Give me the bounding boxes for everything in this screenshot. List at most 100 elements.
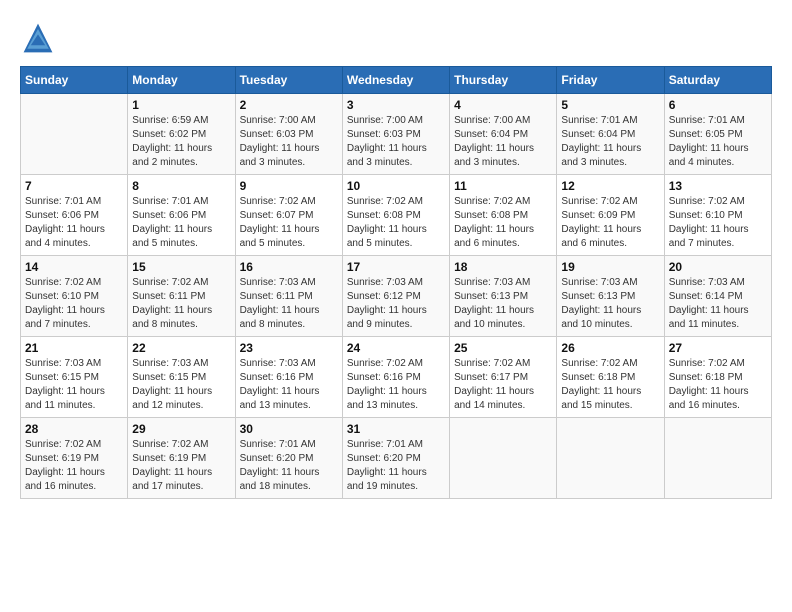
- day-info: Sunrise: 7:03 AM Sunset: 6:13 PM Dayligh…: [561, 276, 659, 332]
- calendar-cell: 19 Sunrise: 7:03 AM Sunset: 6:13 PM Dayli…: [557, 256, 664, 337]
- logo-icon: [20, 20, 56, 56]
- calendar-cell: 15 Sunrise: 7:02 AM Sunset: 6:11 PM Dayli…: [128, 256, 235, 337]
- day-info: Sunrise: 7:02 AM Sunset: 6:09 PM Dayligh…: [561, 195, 659, 251]
- day-number: 7: [25, 179, 123, 193]
- day-info: Sunrise: 7:01 AM Sunset: 6:06 PM Dayligh…: [25, 195, 123, 251]
- calendar-cell: 12 Sunrise: 7:02 AM Sunset: 6:09 PM Dayli…: [557, 175, 664, 256]
- calendar-cell: [21, 94, 128, 175]
- calendar-cell: 25 Sunrise: 7:02 AM Sunset: 6:17 PM Dayli…: [450, 337, 557, 418]
- day-number: 16: [240, 260, 338, 274]
- calendar-week-row: 7 Sunrise: 7:01 AM Sunset: 6:06 PM Daylig…: [21, 175, 772, 256]
- calendar-cell: 1 Sunrise: 6:59 AM Sunset: 6:02 PM Daylig…: [128, 94, 235, 175]
- day-number: 29: [132, 422, 230, 436]
- calendar-cell: 21Sunrise: 7:03 AM Sunset: 6:15 PM Dayli…: [21, 337, 128, 418]
- page-header: [20, 20, 772, 56]
- calendar-cell: 16 Sunrise: 7:03 AM Sunset: 6:11 PM Dayli…: [235, 256, 342, 337]
- day-info: Sunrise: 6:59 AM Sunset: 6:02 PM Dayligh…: [132, 114, 230, 170]
- calendar-week-row: 1 Sunrise: 6:59 AM Sunset: 6:02 PM Daylig…: [21, 94, 772, 175]
- day-info: Sunrise: 7:01 AM Sunset: 6:20 PM Dayligh…: [240, 438, 338, 494]
- day-number: 13: [669, 179, 767, 193]
- day-number: 26: [561, 341, 659, 355]
- day-number: 22: [132, 341, 230, 355]
- day-info: Sunrise: 7:02 AM Sunset: 6:18 PM Dayligh…: [669, 357, 767, 413]
- day-number: 20: [669, 260, 767, 274]
- day-info: Sunrise: 7:02 AM Sunset: 6:11 PM Dayligh…: [132, 276, 230, 332]
- day-number: 21: [25, 341, 123, 355]
- calendar-cell: 7 Sunrise: 7:01 AM Sunset: 6:06 PM Daylig…: [21, 175, 128, 256]
- logo: [20, 20, 62, 56]
- header-sunday: Sunday: [21, 67, 128, 94]
- calendar-cell: 30 Sunrise: 7:01 AM Sunset: 6:20 PM Dayli…: [235, 418, 342, 499]
- day-info: Sunrise: 7:02 AM Sunset: 6:08 PM Dayligh…: [454, 195, 552, 251]
- calendar-cell: 11 Sunrise: 7:02 AM Sunset: 6:08 PM Dayli…: [450, 175, 557, 256]
- calendar-cell: 31Sunrise: 7:01 AM Sunset: 6:20 PM Dayli…: [342, 418, 449, 499]
- calendar-cell: 22 Sunrise: 7:03 AM Sunset: 6:15 PM Dayli…: [128, 337, 235, 418]
- day-info: Sunrise: 7:01 AM Sunset: 6:06 PM Dayligh…: [132, 195, 230, 251]
- day-number: 11: [454, 179, 552, 193]
- day-info: Sunrise: 7:03 AM Sunset: 6:12 PM Dayligh…: [347, 276, 445, 332]
- header-monday: Monday: [128, 67, 235, 94]
- day-info: Sunrise: 7:02 AM Sunset: 6:19 PM Dayligh…: [132, 438, 230, 494]
- calendar-cell: [664, 418, 771, 499]
- day-info: Sunrise: 7:00 AM Sunset: 6:03 PM Dayligh…: [240, 114, 338, 170]
- day-number: 2: [240, 98, 338, 112]
- calendar-cell: 8 Sunrise: 7:01 AM Sunset: 6:06 PM Daylig…: [128, 175, 235, 256]
- day-number: 3: [347, 98, 445, 112]
- day-number: 25: [454, 341, 552, 355]
- calendar-cell: 2 Sunrise: 7:00 AM Sunset: 6:03 PM Daylig…: [235, 94, 342, 175]
- day-number: 15: [132, 260, 230, 274]
- calendar-cell: [450, 418, 557, 499]
- calendar-header-row: SundayMondayTuesdayWednesdayThursdayFrid…: [21, 67, 772, 94]
- day-number: 28: [25, 422, 123, 436]
- day-number: 27: [669, 341, 767, 355]
- day-number: 10: [347, 179, 445, 193]
- day-info: Sunrise: 7:02 AM Sunset: 6:18 PM Dayligh…: [561, 357, 659, 413]
- calendar-cell: 5 Sunrise: 7:01 AM Sunset: 6:04 PM Daylig…: [557, 94, 664, 175]
- day-info: Sunrise: 7:02 AM Sunset: 6:10 PM Dayligh…: [669, 195, 767, 251]
- calendar-cell: 27 Sunrise: 7:02 AM Sunset: 6:18 PM Dayli…: [664, 337, 771, 418]
- calendar-cell: 20Sunrise: 7:03 AM Sunset: 6:14 PM Dayli…: [664, 256, 771, 337]
- day-info: Sunrise: 7:02 AM Sunset: 6:10 PM Dayligh…: [25, 276, 123, 332]
- day-number: 14: [25, 260, 123, 274]
- calendar-week-row: 21 Sunrise: 7:03 AM Sunset: 6:15 PM Dayli…: [21, 337, 772, 418]
- header-thursday: Thursday: [450, 67, 557, 94]
- day-number: 8: [132, 179, 230, 193]
- calendar-cell: 13 Sunrise: 7:02 AM Sunset: 6:10 PM Dayli…: [664, 175, 771, 256]
- calendar-cell: 28 Sunrise: 7:02 AM Sunset: 6:19 PM Dayli…: [21, 418, 128, 499]
- day-number: 12: [561, 179, 659, 193]
- calendar-week-row: 14 Sunrise: 7:02 AM Sunset: 6:10 PM Dayli…: [21, 256, 772, 337]
- calendar-cell: 18Sunrise: 7:03 AM Sunset: 6:13 PM Dayli…: [450, 256, 557, 337]
- day-number: 17: [347, 260, 445, 274]
- day-info: Sunrise: 7:02 AM Sunset: 6:17 PM Dayligh…: [454, 357, 552, 413]
- day-number: 9: [240, 179, 338, 193]
- header-wednesday: Wednesday: [342, 67, 449, 94]
- day-info: Sunrise: 7:00 AM Sunset: 6:03 PM Dayligh…: [347, 114, 445, 170]
- day-number: 4: [454, 98, 552, 112]
- day-info: Sunrise: 7:03 AM Sunset: 6:16 PM Dayligh…: [240, 357, 338, 413]
- day-number: 19: [561, 260, 659, 274]
- day-number: 18: [454, 260, 552, 274]
- header-friday: Friday: [557, 67, 664, 94]
- day-number: 30: [240, 422, 338, 436]
- day-info: Sunrise: 7:03 AM Sunset: 6:11 PM Dayligh…: [240, 276, 338, 332]
- day-number: 5: [561, 98, 659, 112]
- calendar-cell: 17 Sunrise: 7:03 AM Sunset: 6:12 PM Dayli…: [342, 256, 449, 337]
- calendar-cell: 23Sunrise: 7:03 AM Sunset: 6:16 PM Dayli…: [235, 337, 342, 418]
- header-saturday: Saturday: [664, 67, 771, 94]
- calendar-cell: 29 Sunrise: 7:02 AM Sunset: 6:19 PM Dayli…: [128, 418, 235, 499]
- calendar-cell: 6Sunrise: 7:01 AM Sunset: 6:05 PM Daylig…: [664, 94, 771, 175]
- day-info: Sunrise: 7:00 AM Sunset: 6:04 PM Dayligh…: [454, 114, 552, 170]
- calendar-week-row: 28 Sunrise: 7:02 AM Sunset: 6:19 PM Dayli…: [21, 418, 772, 499]
- day-info: Sunrise: 7:01 AM Sunset: 6:04 PM Dayligh…: [561, 114, 659, 170]
- calendar-cell: [557, 418, 664, 499]
- day-number: 1: [132, 98, 230, 112]
- day-number: 24: [347, 341, 445, 355]
- calendar-cell: 26 Sunrise: 7:02 AM Sunset: 6:18 PM Dayli…: [557, 337, 664, 418]
- day-info: Sunrise: 7:02 AM Sunset: 6:19 PM Dayligh…: [25, 438, 123, 494]
- day-info: Sunrise: 7:02 AM Sunset: 6:16 PM Dayligh…: [347, 357, 445, 413]
- calendar-table: SundayMondayTuesdayWednesdayThursdayFrid…: [20, 66, 772, 499]
- calendar-cell: 24 Sunrise: 7:02 AM Sunset: 6:16 PM Dayli…: [342, 337, 449, 418]
- day-info: Sunrise: 7:03 AM Sunset: 6:15 PM Dayligh…: [132, 357, 230, 413]
- day-info: Sunrise: 7:01 AM Sunset: 6:05 PM Dayligh…: [669, 114, 767, 170]
- calendar-cell: 9Sunrise: 7:02 AM Sunset: 6:07 PM Daylig…: [235, 175, 342, 256]
